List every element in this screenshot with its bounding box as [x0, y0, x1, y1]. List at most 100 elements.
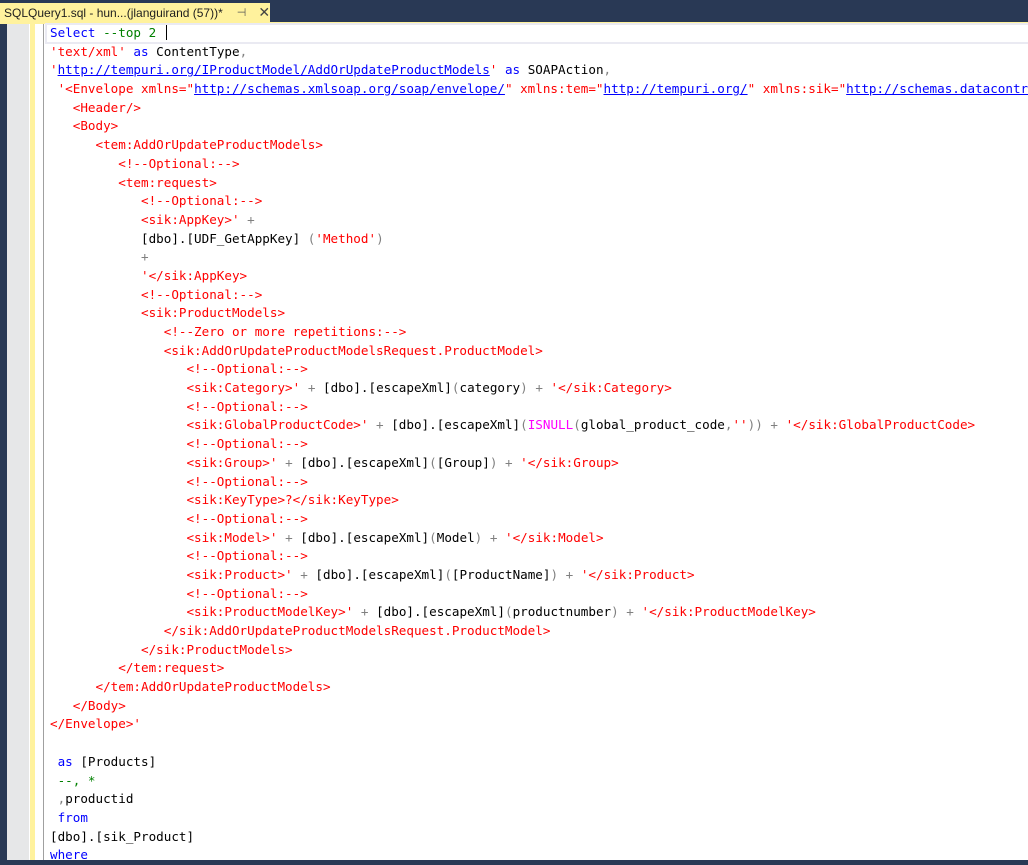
code-line[interactable]: <Header/> [50, 99, 1028, 118]
code-line[interactable]: <sik:Model>' + [dbo].[escapeXml](Model) … [50, 529, 1028, 548]
code-line[interactable]: <!--Optional:--> [50, 155, 1028, 174]
string-token: <!--Optional:--> [50, 510, 308, 526]
string-token: '<Envelope xmlns=" [50, 81, 195, 97]
operator-token: ( [444, 566, 452, 582]
sql-editor[interactable]: Select --top 2 'text/xml' as ContentType… [0, 23, 1028, 862]
operator-token: ) + [550, 566, 574, 582]
code-line[interactable]: '</sik:AppKey> [50, 267, 1028, 286]
code-line[interactable]: <Body> [50, 117, 1028, 136]
identifier-token [778, 417, 786, 432]
code-line[interactable]: <!--Optional:--> [50, 585, 1028, 604]
operator-token: )) + [747, 417, 778, 433]
keyword-token: as [57, 753, 73, 769]
identifier-token: category [459, 380, 521, 396]
identifier-token: [Group] [436, 454, 490, 470]
string-token: </sik:AddOrUpdateProductModelsRequest.Pr… [50, 623, 551, 638]
close-icon[interactable]: ✕ [258, 4, 270, 21]
identifier-token: [dbo].[escapeXml] [383, 417, 521, 433]
code-line[interactable]: where [50, 846, 1028, 865]
code-line[interactable]: </tem:request> [50, 659, 1028, 678]
identifier-token: [dbo].[escapeXml] [315, 380, 452, 396]
string-token: <sik:GlobalProductCode>' [50, 417, 369, 433]
code-line[interactable]: 'http://tempuri.org/IProductModel/AddOrU… [50, 61, 1028, 80]
code-line[interactable]: <!--Optional:--> [50, 473, 1028, 492]
code-line[interactable]: 'text/xml' as ContentType, [50, 43, 1028, 62]
identifier-token [50, 754, 58, 769]
code-line[interactable]: <tem:request> [50, 174, 1028, 193]
code-line[interactable]: as [Products] [50, 753, 1028, 772]
string-token: <!--Optional:--> [50, 398, 308, 414]
code-line[interactable]: </sik:ProductModels> [50, 641, 1028, 660]
operator-token: ( [573, 417, 581, 433]
code-line[interactable]: <sik:Product>' + [dbo].[escapeXml]([Prod… [50, 566, 1028, 585]
url-link[interactable]: http://tempuri.org/IProductModel/AddOrUp… [58, 62, 490, 77]
code-line[interactable]: <sik:KeyType>?</sik:KeyType> [50, 491, 1028, 510]
code-line[interactable]: <sik:ProductModelKey>' + [dbo].[escapeXm… [50, 603, 1028, 622]
code-line[interactable]: [dbo].[sik_Product] [50, 828, 1028, 847]
code-line[interactable]: </tem:AddOrUpdateProductModels> [50, 678, 1028, 697]
code-line[interactable]: <tem:AddOrUpdateProductModels> [50, 136, 1028, 155]
string-token: 'Method' [315, 230, 377, 246]
string-token: <!--Optional:--> [50, 585, 308, 601]
string-token: <!--Optional:--> [50, 361, 308, 377]
code-line[interactable]: <!--Optional:--> [50, 547, 1028, 566]
code-line[interactable]: [dbo].[UDF_GetAppKey] ('Method') [50, 230, 1028, 249]
code-line[interactable]: <sik:Group>' + [dbo].[escapeXml]([Group]… [50, 454, 1028, 473]
code-line[interactable]: <sik:AppKey>' + [50, 211, 1028, 230]
string-token: <!--Zero or more repetitions:--> [50, 324, 407, 339]
code-line[interactable]: + [50, 248, 1028, 267]
code-line[interactable]: <sik:ProductModels> [50, 304, 1028, 323]
string-token: <!--Optional:--> [50, 193, 263, 209]
code-line[interactable] [50, 734, 1028, 753]
string-token: <!--Optional:--> [50, 155, 240, 171]
string-token: '</sik:Group> [520, 454, 619, 470]
url-link[interactable]: http://schemas.xmlsoap.org/soap/envelope… [194, 81, 505, 96]
code-line[interactable]: <sik:AddOrUpdateProductModelsRequest.Pro… [50, 342, 1028, 361]
code-line[interactable]: <!--Optional:--> [50, 286, 1028, 305]
code-line[interactable]: <!--Optional:--> [50, 435, 1028, 454]
operator-token: + [247, 211, 255, 227]
text-caret [165, 25, 167, 40]
string-token: <!--Optional:--> [50, 473, 308, 489]
code-line[interactable]: <sik:GlobalProductCode>' + [dbo].[escape… [50, 416, 1028, 435]
code-line[interactable]: from [50, 809, 1028, 828]
string-token: 'text/xml' [50, 43, 126, 59]
code-line[interactable]: '<Envelope xmlns="http://schemas.xmlsoap… [50, 80, 1028, 99]
outline-margin-separator [43, 24, 44, 860]
operator-token: + [300, 566, 308, 582]
code-line[interactable]: </Body> [50, 697, 1028, 716]
code-line[interactable]: </Envelope>' [50, 715, 1028, 734]
string-token: '</sik:Product> [580, 566, 695, 582]
operator-token: + [50, 249, 149, 265]
code-line[interactable]: </sik:AddOrUpdateProductModelsRequest.Pr… [50, 622, 1028, 641]
string-token: <tem:AddOrUpdateProductModels> [50, 137, 323, 153]
identifier-token [50, 773, 58, 788]
identifier-token [497, 62, 505, 77]
code-line[interactable]: --, * [50, 772, 1028, 791]
string-token: <sik:KeyType>?</sik:KeyType> [50, 492, 399, 508]
code-line[interactable]: ,productid [50, 790, 1028, 809]
operator-token: ( [429, 454, 437, 470]
code-line[interactable]: <!--Optional:--> [50, 192, 1028, 211]
identifier-token: productnumber [512, 604, 612, 620]
string-token: '' [732, 417, 748, 433]
document-tab-sqlquery1[interactable]: SQLQuery1.sql - hun...(jlanguirand (57))… [0, 3, 270, 22]
string-token: <Body> [50, 118, 119, 134]
code-line[interactable]: <!--Zero or more repetitions:--> [50, 323, 1028, 342]
string-token: <!--Optional:--> [50, 436, 308, 452]
code-line[interactable]: <!--Optional:--> [50, 510, 1028, 529]
operator-token: ( [429, 529, 437, 545]
code-line[interactable]: <sik:Category>' + [dbo].[escapeXml](cate… [50, 379, 1028, 398]
code-line[interactable]: <!--Optional:--> [50, 360, 1028, 379]
code-area[interactable]: Select --top 2 'text/xml' as ContentType… [45, 23, 1028, 865]
string-token: <sik:AppKey>' [50, 211, 240, 227]
code-line[interactable]: <!--Optional:--> [50, 398, 1028, 417]
pin-icon[interactable]: ⊣ [237, 6, 247, 19]
identifier-token: [dbo].[sik_Product] [50, 828, 195, 844]
url-link[interactable]: http://schemas.datacontract.org [846, 81, 1028, 96]
glyph-margin[interactable] [7, 24, 29, 860]
string-token: <sik:ProductModels> [50, 305, 286, 321]
operator-token: ( [520, 417, 528, 433]
code-line[interactable]: Select --top 2 [45, 23, 1028, 44]
url-link[interactable]: http://tempuri.org/ [604, 81, 748, 96]
